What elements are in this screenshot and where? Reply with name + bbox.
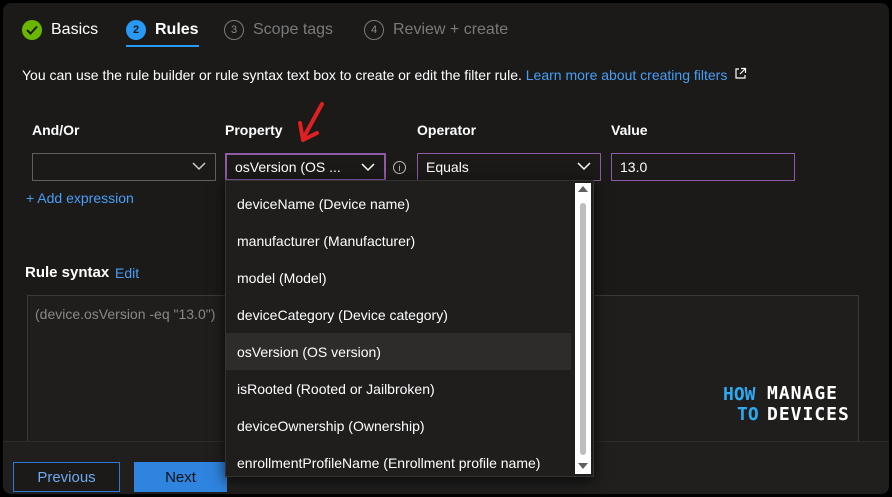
rule-syntax-text: (device.osVersion -eq "13.0") [35,306,216,322]
dropdown-option-devicecategory[interactable]: deviceCategory (Device category) [226,296,571,333]
how-to-manage-devices-logo: HOW TO MANAGE DEVICES [721,382,861,428]
scroll-up-icon[interactable] [578,186,588,192]
logo-manage: MANAGE [767,383,839,404]
step-scope-tags[interactable]: 3 Scope tags [224,19,333,41]
value-text: 13.0 [620,159,648,175]
chevron-down-icon [577,162,591,171]
step-rules[interactable]: 2 Rules [126,19,199,41]
property-dropdown[interactable]: osVersion (OS ... [225,153,386,181]
property-value: osVersion (OS ... [235,159,341,175]
header-andor: And/Or [32,122,80,138]
step-label: Scope tags [253,21,334,38]
step-review-create[interactable]: 4 Review + create [364,19,508,41]
step-label: Review + create [393,21,509,38]
checkmark-icon [22,20,42,40]
header-operator: Operator [417,122,477,138]
step-basics[interactable]: Basics [22,19,98,41]
header-value: Value [611,122,648,138]
value-input[interactable]: 13.0 [611,153,795,181]
intune-filter-rules-page: Basics 2 Rules 3 Scope tags 4 Review + c… [3,3,889,494]
chevron-down-icon [192,162,206,171]
active-tab-indicator [126,45,199,47]
description-text: You can use the rule builder or rule syn… [22,67,526,83]
step-number: 3 [224,20,244,40]
property-dropdown-list: deviceName (Device name) manufacturer (M… [225,180,594,477]
dropdown-option-isrooted[interactable]: isRooted (Rooted or Jailbroken) [226,370,571,407]
next-button[interactable]: Next [134,462,227,492]
previous-button[interactable]: Previous [13,462,120,492]
info-icon[interactable]: i [393,161,406,174]
logo-to: TO [737,404,759,425]
dropdown-option-enrollmentprofilename[interactable]: enrollmentProfileName (Enrollment profil… [226,444,571,481]
annotation-arrow-icon [298,102,324,142]
step-label: Rules [155,21,199,38]
dropdown-option-manufacturer[interactable]: manufacturer (Manufacturer) [226,222,571,259]
add-expression-link[interactable]: + Add expression [26,190,134,206]
learn-more-link[interactable]: Learn more about creating filters [526,67,728,83]
operator-value: Equals [426,159,469,175]
dropdown-option-model[interactable]: model (Model) [226,259,571,296]
rule-syntax-title: Rule syntax [25,264,110,281]
dropdown-option-osversion[interactable]: osVersion (OS version) [226,333,571,370]
chevron-down-icon [361,163,375,172]
step-label: Basics [51,21,99,38]
step-number: 2 [126,20,146,40]
andor-dropdown[interactable] [32,153,216,181]
external-link-icon[interactable] [734,67,747,80]
step-number: 4 [364,20,384,40]
rule-syntax-edit-link[interactable]: Edit [115,265,139,281]
logo-how: HOW [723,384,756,405]
header-property: Property [225,122,283,138]
dropdown-option-devicename[interactable]: deviceName (Device name) [226,185,571,222]
dropdown-option-deviceownership[interactable]: deviceOwnership (Ownership) [226,407,571,444]
rules-description: You can use the rule builder or rule syn… [22,67,747,83]
scrollbar-thumb[interactable] [580,203,586,455]
logo-devices: DEVICES [767,404,850,425]
scroll-down-icon[interactable] [578,463,588,469]
operator-dropdown[interactable]: Equals [417,153,601,181]
